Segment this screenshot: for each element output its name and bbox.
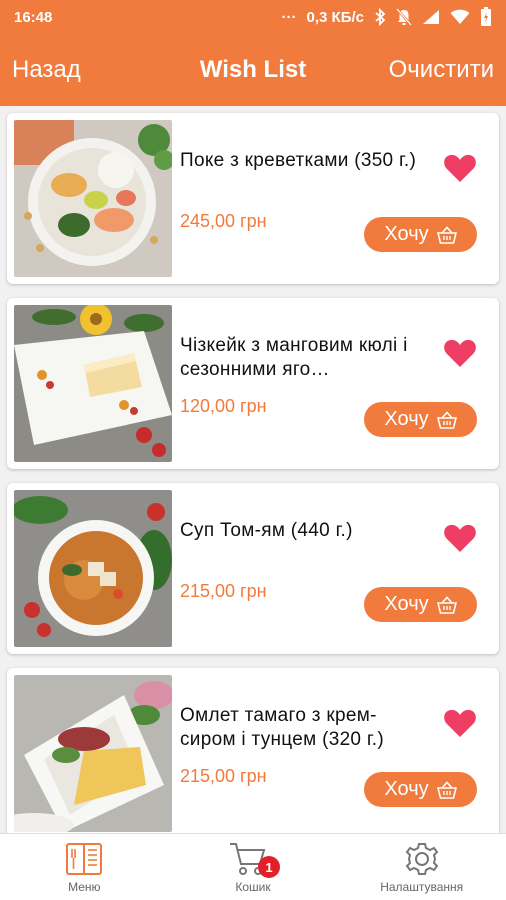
status-time: 16:48 (14, 8, 53, 26)
want-button-label: Хочу (384, 223, 429, 245)
dish-name: Омлет тамаго з крем-сиром і тунцем (320 … (180, 705, 384, 750)
more-indicator: ··· (281, 8, 297, 26)
basket-icon (436, 410, 457, 429)
heart-icon[interactable] (443, 153, 477, 183)
app-bar: Назад Wish List Очистити (0, 34, 506, 106)
tab-label: Меню (68, 880, 101, 894)
wish-list-item[interactable]: Омлет тамаго з крем-сиром і тунцем (320 … (7, 668, 499, 833)
basket-icon (436, 780, 457, 799)
clear-button[interactable]: Очистити (389, 56, 494, 84)
want-button[interactable]: Хочу (364, 402, 477, 437)
status-icons: ··· 0,3 КБ/с (282, 7, 492, 27)
basket-icon (436, 225, 457, 244)
wish-list-item[interactable]: Суп Том-ям (440 г.) 215,00 грн Хочу (7, 483, 499, 654)
heart-icon[interactable] (443, 523, 477, 553)
dish-image-poke-bowl (14, 120, 172, 277)
want-button[interactable]: Хочу (364, 217, 477, 252)
cart-icon-wrap: 1 (228, 840, 280, 878)
dish-price: 245,00 грн (180, 211, 267, 231)
mute-bell-icon (396, 8, 412, 26)
dish-name: Поке з креветками (350 г.) (180, 150, 417, 171)
signal-icon (423, 10, 439, 24)
network-speed: 0,3 КБ/с (306, 8, 364, 26)
battery-icon (481, 7, 491, 26)
cart-badge: 1 (258, 856, 280, 878)
wish-list-item[interactable]: Чізкейк з манговим кюлі і сезонними яго…… (7, 298, 499, 469)
dish-name: Чізкейк з манговим кюлі і сезонними яго… (180, 335, 408, 380)
basket-icon (436, 595, 457, 614)
tab-label: Кошик (235, 880, 271, 894)
tab-label: Налаштування (380, 880, 464, 894)
dish-price: 120,00 грн (180, 396, 267, 416)
dish-price: 215,00 грн (180, 581, 267, 601)
dish-name: Суп Том-ям (440 г.) (180, 520, 353, 541)
wifi-icon (450, 9, 470, 24)
wish-list-item[interactable]: Поке з креветками (350 г.) 245,00 грн Хо… (7, 113, 499, 284)
want-button-label: Хочу (384, 778, 429, 800)
dish-image-tamago (14, 675, 172, 832)
tab-settings[interactable]: Налаштування (337, 834, 506, 900)
want-button-label: Хочу (384, 593, 429, 615)
want-button[interactable]: Хочу (364, 587, 477, 622)
dish-image-tom-yum (14, 490, 172, 647)
heart-icon[interactable] (443, 708, 477, 738)
bottom-tab-bar: Меню 1 Кошик Налаштування (0, 833, 506, 900)
dish-image-cheesecake (14, 305, 172, 462)
tab-cart[interactable]: 1 Кошик (169, 834, 338, 900)
wish-list[interactable]: Поке з креветками (350 г.) 245,00 грн Хо… (0, 106, 506, 833)
tab-menu[interactable]: Меню (0, 834, 169, 900)
want-button[interactable]: Хочу (364, 772, 477, 807)
menu-book-icon (66, 843, 103, 875)
heart-icon[interactable] (443, 338, 477, 368)
status-bar: 16:48 ··· 0,3 КБ/с (0, 0, 506, 34)
bluetooth-icon (375, 8, 386, 26)
back-button[interactable]: Назад (12, 56, 81, 84)
want-button-label: Хочу (384, 408, 429, 430)
gear-icon (405, 843, 438, 875)
dish-price: 215,00 грн (180, 766, 267, 786)
